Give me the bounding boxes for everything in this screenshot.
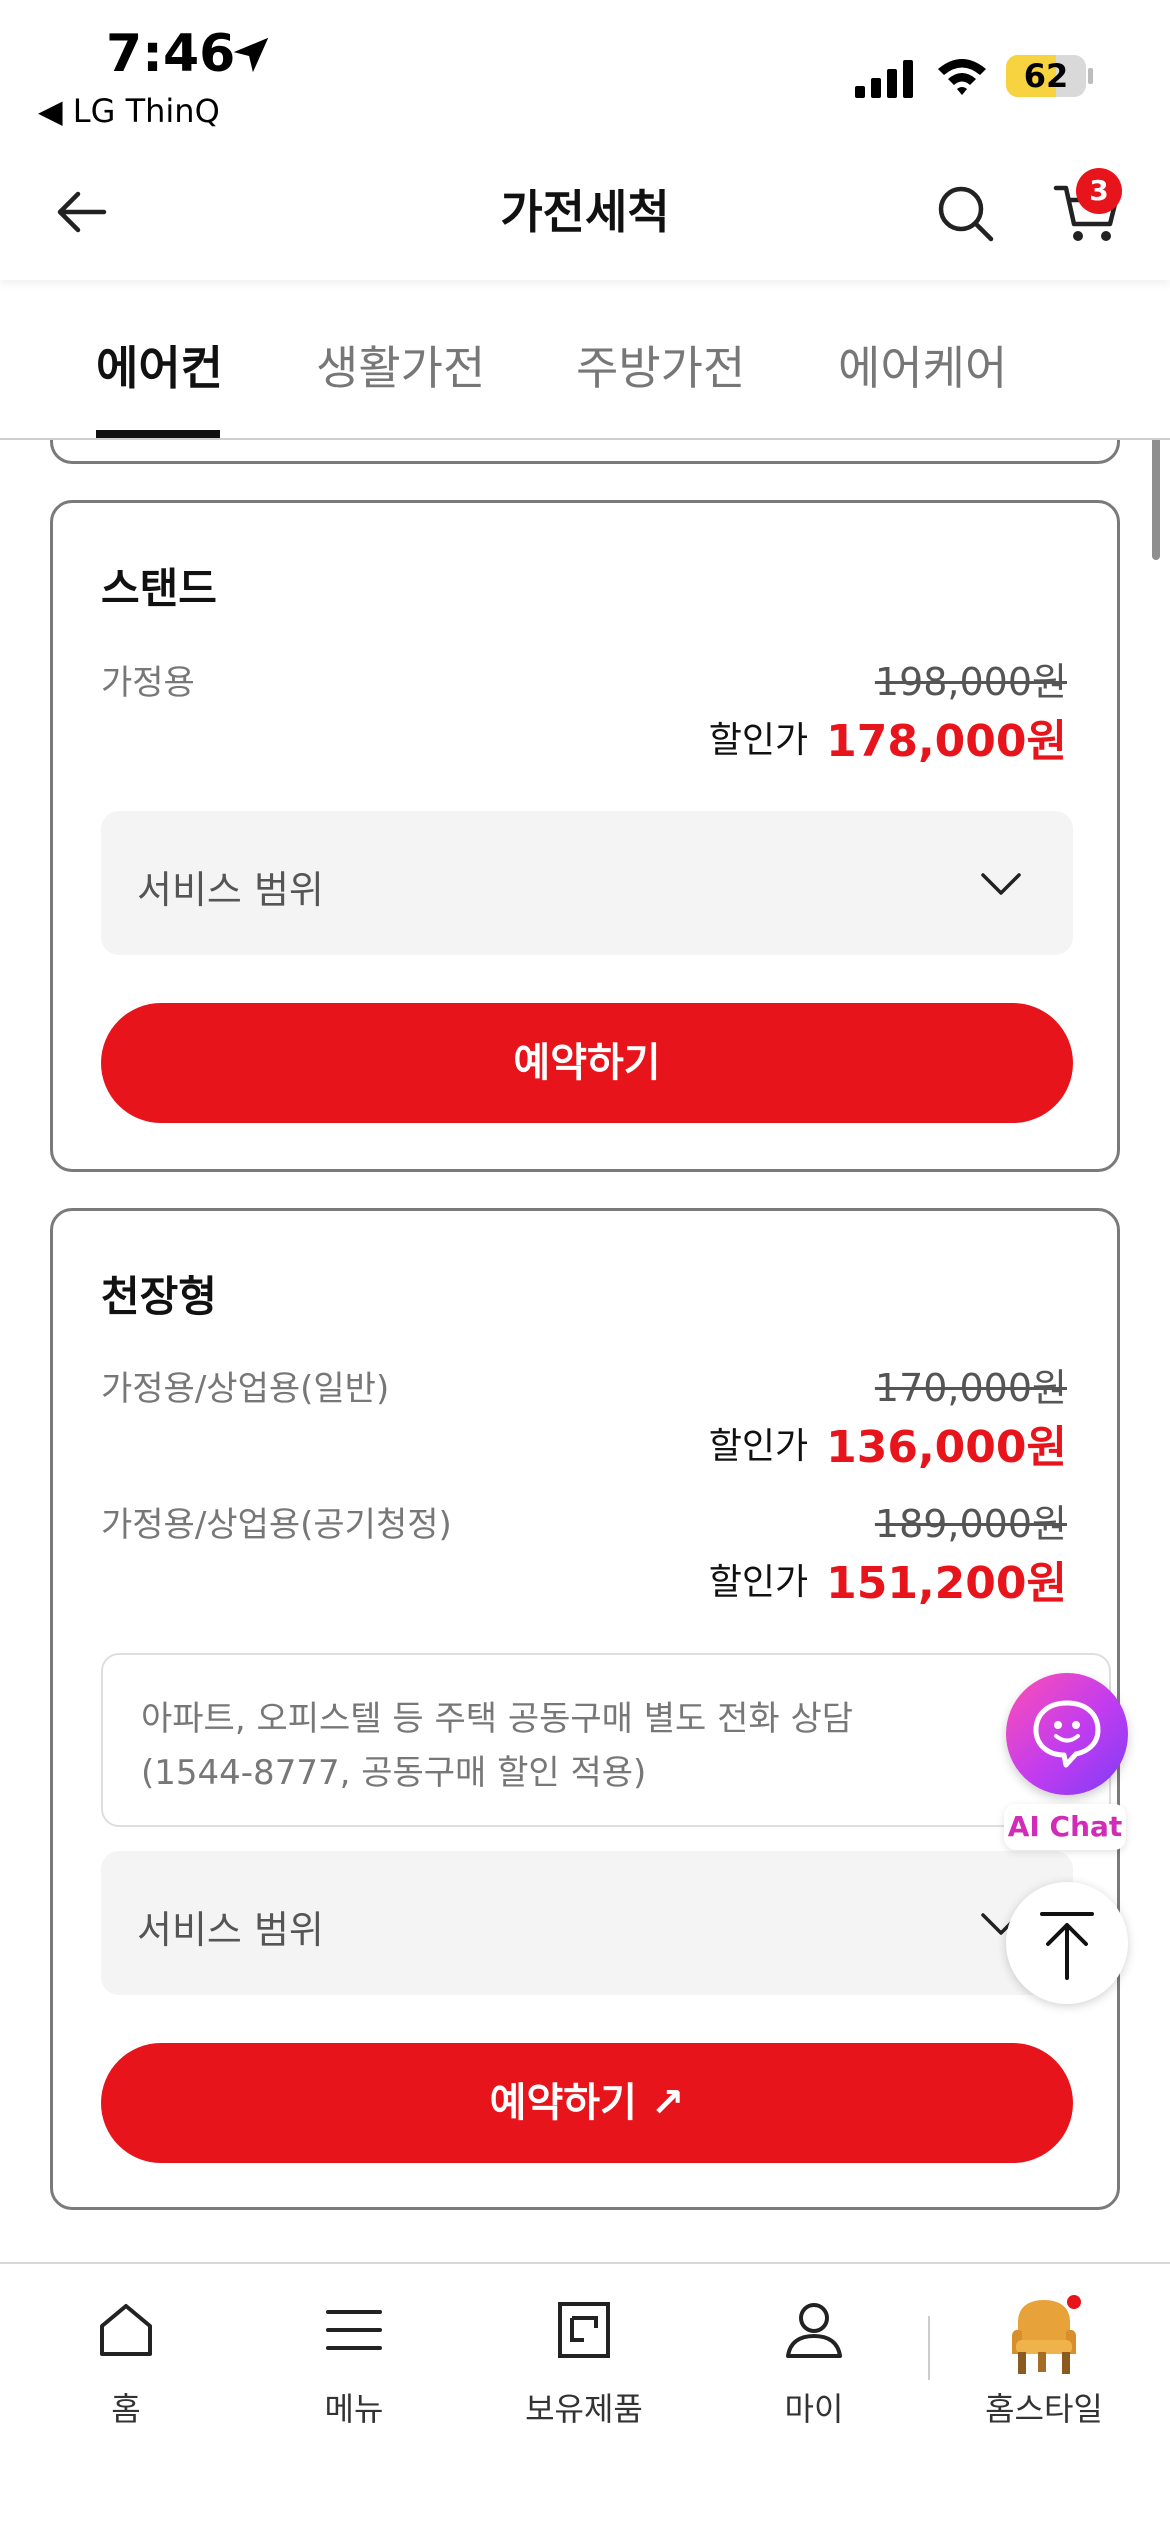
- status-time: 7:46: [106, 24, 236, 84]
- nav-owned-products[interactable]: 보유제품: [484, 2288, 684, 2428]
- original-price: 170,000원: [874, 1366, 1067, 1410]
- price-row-label: 가정용/상업용(공기청정): [101, 1505, 452, 1545]
- battery-percent: 62: [1023, 57, 1069, 95]
- tab-kitchen-appliances[interactable]: 주방가전: [576, 332, 745, 398]
- select-label: 서비스 범위: [137, 868, 324, 912]
- reserve-button[interactable]: 예약하기: [101, 1003, 1073, 1123]
- sale-price-row: 할인가 136,000원: [709, 1411, 1067, 1475]
- nav-my[interactable]: 마이: [714, 2288, 914, 2428]
- chat-bubble-icon: [1033, 1700, 1101, 1768]
- owned-products-icon: [558, 2302, 610, 2358]
- bottom-navigation: 홈 메뉴 보유제품 마이 홈스타일: [0, 2262, 1170, 2532]
- back-arrow-icon[interactable]: [52, 182, 112, 242]
- nav-divider: [928, 2316, 930, 2380]
- app-header: 가전세척 3: [0, 140, 1170, 280]
- ai-chat-button[interactable]: [1006, 1673, 1128, 1795]
- menu-icon: [326, 2310, 382, 2350]
- homestyle-chair-icon: [1012, 2295, 1081, 2374]
- ai-chat-label[interactable]: AI Chat: [1004, 1804, 1126, 1850]
- nav-label: 보유제품: [525, 2390, 643, 2428]
- nav-label: 홈스타일: [985, 2390, 1103, 2428]
- ceiling-service-card: 천장형 가정용/상업용(일반) 170,000원 할인가 136,000원 가정용…: [50, 1208, 1120, 2210]
- nav-home[interactable]: 홈: [26, 2288, 226, 2428]
- arrow-up-icon: [1040, 1912, 1094, 1980]
- scrollbar[interactable]: [1152, 432, 1160, 560]
- sale-price: 178,000원: [826, 716, 1067, 767]
- location-arrow-icon: [233, 37, 269, 73]
- wifi-icon: [938, 59, 986, 95]
- person-icon: [786, 2303, 842, 2358]
- price-row-label: 가정용: [101, 663, 195, 703]
- card-title: 스탠드: [101, 564, 217, 613]
- sale-price-row: 할인가 151,200원: [709, 1547, 1067, 1611]
- card-title: 천장형: [101, 1272, 217, 1321]
- battery-indicator: 62: [1006, 55, 1093, 97]
- home-icon: [100, 2304, 152, 2356]
- nav-label: 메뉴: [324, 2390, 384, 2428]
- sale-label: 할인가: [708, 720, 809, 761]
- reserve-button[interactable]: 예약하기 ↗: [101, 2043, 1073, 2163]
- cart-count-badge: 3: [1076, 168, 1122, 214]
- nav-homestyle[interactable]: 홈스타일: [944, 2288, 1144, 2428]
- stand-service-card: 스탠드 가정용 198,000원 할인가 178,000원 서비스 범위 예약하기: [50, 500, 1120, 1172]
- sale-label: 할인가: [708, 1562, 809, 1603]
- home-indicator: [404, 2500, 766, 2512]
- service-scope-select[interactable]: 서비스 범위: [101, 811, 1073, 955]
- active-tab-indicator: [96, 430, 220, 438]
- notice-line: 아파트, 오피스텔 등 주택 공동구매 별도 전화 상담: [141, 1699, 854, 1739]
- scroll-to-top-button[interactable]: [1006, 1882, 1128, 2004]
- category-tabs: 에어컨 생활가전 주방가전 에어케어: [0, 282, 1170, 440]
- service-scope-select[interactable]: 서비스 범위: [101, 1851, 1073, 1995]
- chevron-down-icon: [981, 873, 1021, 895]
- group-purchase-notice: 아파트, 오피스텔 등 주택 공동구매 별도 전화 상담 (1544-8777,…: [101, 1653, 1111, 1827]
- nav-label: 마이: [784, 2390, 844, 2428]
- original-price: 198,000원: [874, 660, 1067, 704]
- original-price: 189,000원: [874, 1502, 1067, 1546]
- back-to-app-link[interactable]: ◀ LG ThinQ: [38, 92, 220, 130]
- sale-price-row: 할인가 178,000원: [709, 705, 1067, 769]
- sale-price: 151,200원: [826, 1558, 1067, 1609]
- tab-living-appliances[interactable]: 생활가전: [316, 332, 485, 398]
- status-bar: 7:46 ◀ LG ThinQ 62: [0, 0, 1170, 140]
- nav-menu[interactable]: 메뉴: [254, 2288, 454, 2428]
- sale-label: 할인가: [708, 1426, 809, 1467]
- tab-aircon[interactable]: 에어컨: [96, 332, 223, 398]
- select-label: 서비스 범위: [137, 1908, 324, 1952]
- sale-price: 136,000원: [826, 1422, 1067, 1473]
- cellular-signal-icon: [855, 60, 913, 98]
- nav-label: 홈: [111, 2390, 141, 2428]
- search-icon[interactable]: [934, 182, 996, 244]
- tab-air-care[interactable]: 에어케어: [838, 332, 1007, 398]
- price-row-label: 가정용/상업용(일반): [101, 1369, 390, 1409]
- notice-line: (1544-8777, 공동구매 할인 적용): [141, 1753, 647, 1793]
